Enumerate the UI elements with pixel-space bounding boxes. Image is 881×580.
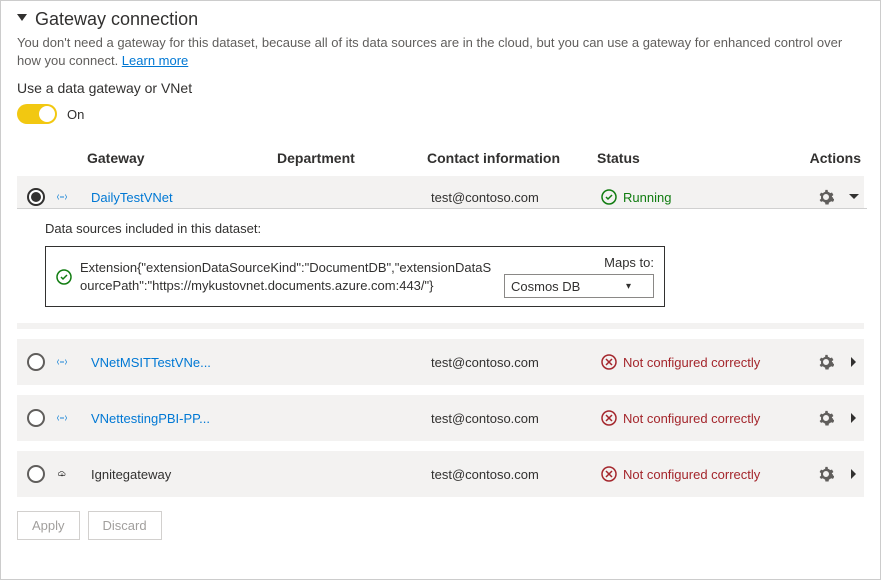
- x-circle-icon: [601, 410, 617, 426]
- contact-cell: test@contoso.com: [427, 409, 597, 428]
- contact-cell: test@contoso.com: [427, 188, 597, 207]
- select-radio[interactable]: [27, 353, 45, 371]
- gateway-toggle-row: On: [17, 104, 864, 124]
- section-title: Gateway connection: [35, 9, 198, 30]
- contact-cell: test@contoso.com: [427, 465, 597, 484]
- col-actions: Actions: [787, 150, 867, 166]
- status-cell: Not configured correctly: [597, 464, 787, 484]
- chevron-right-icon[interactable]: [845, 409, 863, 427]
- learn-more-link[interactable]: Learn more: [122, 53, 188, 68]
- chevron-down-icon: ▾: [626, 281, 631, 292]
- use-gateway-label: Use a data gateway or VNet: [17, 80, 864, 96]
- maps-to-label: Maps to:: [604, 255, 654, 270]
- check-circle-icon: [56, 269, 72, 285]
- department-cell: [277, 472, 427, 476]
- datasource-box: Extension{"extensionDataSourceKind":"Doc…: [45, 246, 665, 307]
- status-cell: Not configured correctly: [597, 408, 787, 428]
- gateway-toggle[interactable]: [17, 104, 57, 124]
- apply-button[interactable]: Apply: [17, 511, 80, 540]
- section-header[interactable]: Gateway connection: [17, 9, 864, 30]
- status-cell: Not configured correctly: [597, 352, 787, 372]
- table-row[interactable]: VNetMSITTestVNe... test@contoso.com Not …: [17, 339, 864, 385]
- table-header: Gateway Department Contact information S…: [17, 138, 864, 176]
- datasource-text: Extension{"extensionDataSourceKind":"Doc…: [80, 259, 496, 294]
- cloud-gateway-icon: [53, 465, 71, 483]
- department-cell: [277, 195, 427, 199]
- gateway-name-link[interactable]: Ignitegateway: [91, 467, 171, 482]
- status-text: Not configured correctly: [623, 411, 760, 426]
- gateway-table: Gateway Department Contact information S…: [17, 138, 864, 497]
- status-cell: Running: [597, 187, 787, 207]
- chevron-right-icon[interactable]: [845, 353, 863, 371]
- status-text: Not configured correctly: [623, 467, 760, 482]
- gateway-name-link[interactable]: VNetMSITTestVNe...: [91, 355, 211, 370]
- expanded-datasources: Data sources included in this dataset: E…: [17, 208, 867, 323]
- gear-icon[interactable]: [817, 353, 835, 371]
- toggle-knob: [39, 106, 55, 122]
- col-department: Department: [277, 150, 427, 166]
- section-description: You don't need a gateway for this datase…: [17, 34, 847, 70]
- select-radio[interactable]: [27, 465, 45, 483]
- vnet-icon: [53, 409, 71, 427]
- col-gateway: Gateway: [87, 150, 277, 166]
- contact-cell: test@contoso.com: [427, 353, 597, 372]
- gateway-name-link[interactable]: DailyTestVNet: [91, 190, 173, 205]
- gateway-name-link[interactable]: VNettestingPBI-PP...: [91, 411, 210, 426]
- toggle-state-text: On: [67, 107, 84, 122]
- select-radio[interactable]: [27, 188, 45, 206]
- datasources-caption: Data sources included in this dataset:: [45, 221, 857, 236]
- table-row[interactable]: VNettestingPBI-PP... test@contoso.com No…: [17, 395, 864, 441]
- gear-icon[interactable]: [817, 188, 835, 206]
- check-circle-icon: [601, 189, 617, 205]
- vnet-icon: [53, 353, 71, 371]
- department-cell: [277, 360, 427, 364]
- gateway-connection-panel: Gateway connection You don't need a gate…: [1, 1, 880, 556]
- table-row[interactable]: Ignitegateway test@contoso.com Not confi…: [17, 451, 864, 497]
- select-radio[interactable]: [27, 409, 45, 427]
- department-cell: [277, 416, 427, 420]
- table-row[interactable]: DailyTestVNet test@contoso.com Running D…: [17, 176, 864, 329]
- status-text: Not configured correctly: [623, 355, 760, 370]
- gear-icon[interactable]: [817, 409, 835, 427]
- maps-to-value: Cosmos DB: [511, 279, 580, 294]
- status-text: Running: [623, 190, 671, 205]
- col-contact: Contact information: [427, 150, 597, 166]
- col-status: Status: [597, 150, 787, 166]
- chevron-down-icon[interactable]: [845, 188, 863, 206]
- collapse-caret-icon: [17, 14, 27, 21]
- x-circle-icon: [601, 354, 617, 370]
- gear-icon[interactable]: [817, 465, 835, 483]
- discard-button[interactable]: Discard: [88, 511, 162, 540]
- chevron-right-icon[interactable]: [845, 465, 863, 483]
- footer-buttons: Apply Discard: [17, 511, 864, 540]
- x-circle-icon: [601, 466, 617, 482]
- vnet-icon: [53, 188, 71, 206]
- maps-to-select[interactable]: Cosmos DB ▾: [504, 274, 654, 298]
